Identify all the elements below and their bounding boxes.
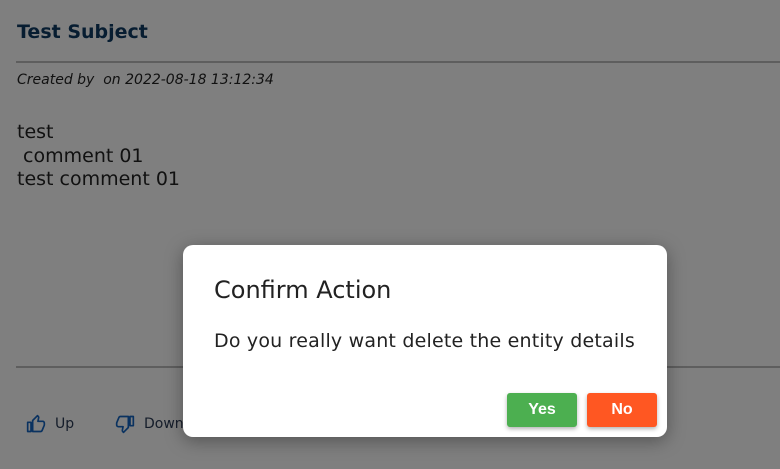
confirm-dialog: Confirm Action Do you really want delete… [183, 245, 667, 437]
yes-button[interactable]: Yes [507, 393, 577, 427]
no-button[interactable]: No [587, 393, 657, 427]
dialog-title: Confirm Action [214, 276, 392, 304]
dialog-message: Do you really want delete the entity det… [214, 330, 635, 352]
